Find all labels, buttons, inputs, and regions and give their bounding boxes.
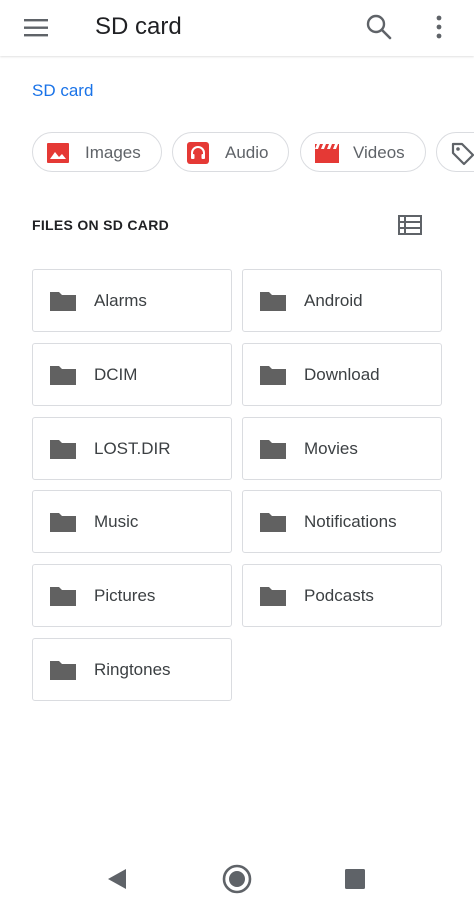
folder-name: LOST.DIR: [94, 439, 171, 458]
folder-item[interactable]: Podcasts: [242, 564, 442, 627]
list-view-icon[interactable]: [397, 213, 423, 237]
chip-more[interactable]: [436, 132, 474, 172]
movie-clapper-icon: [314, 141, 339, 165]
folder-name: Ringtones: [94, 660, 171, 679]
folder-item[interactable]: Music: [32, 490, 232, 553]
folder-icon: [49, 510, 77, 534]
folder-icon: [49, 437, 77, 461]
folder-item[interactable]: Android: [242, 269, 442, 332]
folder-item[interactable]: Pictures: [32, 564, 232, 627]
section-title: FILES ON SD CARD: [32, 217, 170, 233]
folder-icon: [259, 437, 287, 461]
chip-images[interactable]: Images: [32, 132, 162, 172]
folder-item[interactable]: Download: [242, 343, 442, 406]
folder-icon: [259, 363, 287, 387]
folder-icon: [49, 363, 77, 387]
hamburger-menu-icon[interactable]: [22, 14, 52, 42]
image-icon: [46, 141, 70, 165]
tag-icon: [450, 141, 474, 166]
folder-name: Notifications: [304, 512, 397, 531]
folder-icon: [49, 289, 77, 313]
chip-videos[interactable]: Videos: [300, 132, 426, 172]
folder-name: DCIM: [94, 365, 138, 384]
nav-home-icon[interactable]: [221, 863, 253, 895]
chip-label: Videos: [353, 143, 405, 162]
folder-icon: [259, 584, 287, 608]
folder-item[interactable]: Notifications: [242, 490, 442, 553]
page-title: SD card: [95, 13, 182, 40]
folder-name: Download: [304, 365, 380, 384]
folder-name: Pictures: [94, 586, 156, 605]
folder-item[interactable]: DCIM: [32, 343, 232, 406]
app-bar: SD card: [0, 0, 474, 56]
folder-item[interactable]: LOST.DIR: [32, 417, 232, 480]
folder-name: Alarms: [94, 291, 147, 310]
folder-name: Podcasts: [304, 586, 374, 605]
headphones-icon: [186, 141, 210, 165]
nav-back-icon[interactable]: [104, 866, 130, 892]
system-nav-bar: [0, 850, 474, 910]
folder-icon: [259, 289, 287, 313]
breadcrumb[interactable]: SD card: [32, 80, 93, 102]
folder-item[interactable]: Ringtones: [32, 638, 232, 701]
search-icon[interactable]: [364, 12, 394, 42]
category-chips: Images Audio Videos: [0, 132, 474, 174]
folder-icon: [49, 584, 77, 608]
folder-item[interactable]: Alarms: [32, 269, 232, 332]
more-vert-icon[interactable]: [428, 12, 450, 42]
folder-item[interactable]: Movies: [242, 417, 442, 480]
chip-audio[interactable]: Audio: [172, 132, 289, 172]
folder-icon: [259, 510, 287, 534]
chip-label: Images: [85, 143, 141, 162]
folder-icon: [49, 658, 77, 682]
folder-name: Music: [94, 512, 139, 531]
nav-recents-icon[interactable]: [345, 869, 365, 889]
folder-name: Movies: [304, 439, 358, 458]
folder-name: Android: [304, 291, 363, 310]
chip-label: Audio: [225, 143, 269, 162]
